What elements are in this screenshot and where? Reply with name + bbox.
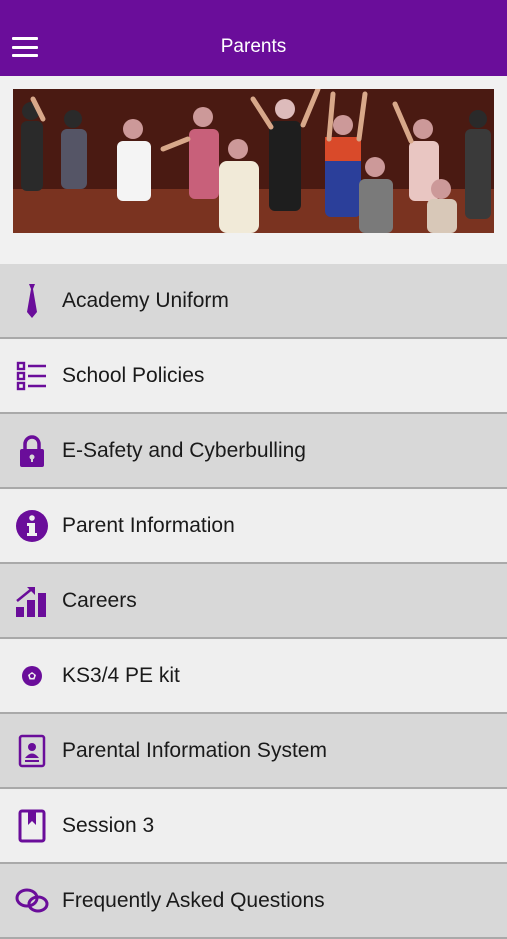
football-icon xyxy=(14,658,50,694)
menu-item-parent-information[interactable]: Parent Information xyxy=(0,489,507,564)
menu-list: Academy Uniform School Policies E-Safety… xyxy=(0,264,507,939)
menu-item-label: E-Safety and Cyberbulling xyxy=(62,438,306,462)
menu-item-label: Academy Uniform xyxy=(62,288,229,312)
menu-item-label: Frequently Asked Questions xyxy=(62,888,325,912)
page-title: Parents xyxy=(220,36,287,57)
menu-item-faq[interactable]: Frequently Asked Questions xyxy=(0,864,507,939)
menu-item-e-safety[interactable]: E-Safety and Cyberbulling xyxy=(0,414,507,489)
info-icon xyxy=(14,508,50,544)
menu-item-label: KS3/4 PE kit xyxy=(62,663,180,687)
menu-item-label: Session 3 xyxy=(62,813,155,837)
menu-item-label: Careers xyxy=(62,588,137,612)
menu-item-pe-kit[interactable]: KS3/4 PE kit xyxy=(0,639,507,714)
banner-section xyxy=(0,76,507,264)
menu-item-careers[interactable]: Careers xyxy=(0,564,507,639)
lock-icon xyxy=(14,433,50,469)
growth-chart-icon xyxy=(14,583,50,619)
list-icon xyxy=(14,358,50,394)
id-document-icon xyxy=(14,733,50,769)
menu-item-label: Parent Information xyxy=(62,513,235,537)
chat-bubbles-icon xyxy=(14,883,50,919)
menu-item-parental-information-system[interactable]: Parental Information System xyxy=(0,714,507,789)
menu-item-academy-uniform[interactable]: Academy Uniform xyxy=(0,264,507,339)
menu-item-label: Parental Information System xyxy=(62,738,327,762)
tie-icon xyxy=(14,283,50,319)
bookmark-book-icon xyxy=(14,808,50,844)
menu-item-session-3[interactable]: Session 3 xyxy=(0,789,507,864)
top-navigation-bar: Parents xyxy=(0,0,507,76)
menu-item-school-policies[interactable]: School Policies xyxy=(0,339,507,414)
banner-image xyxy=(13,89,494,233)
menu-item-label: School Policies xyxy=(62,363,205,387)
